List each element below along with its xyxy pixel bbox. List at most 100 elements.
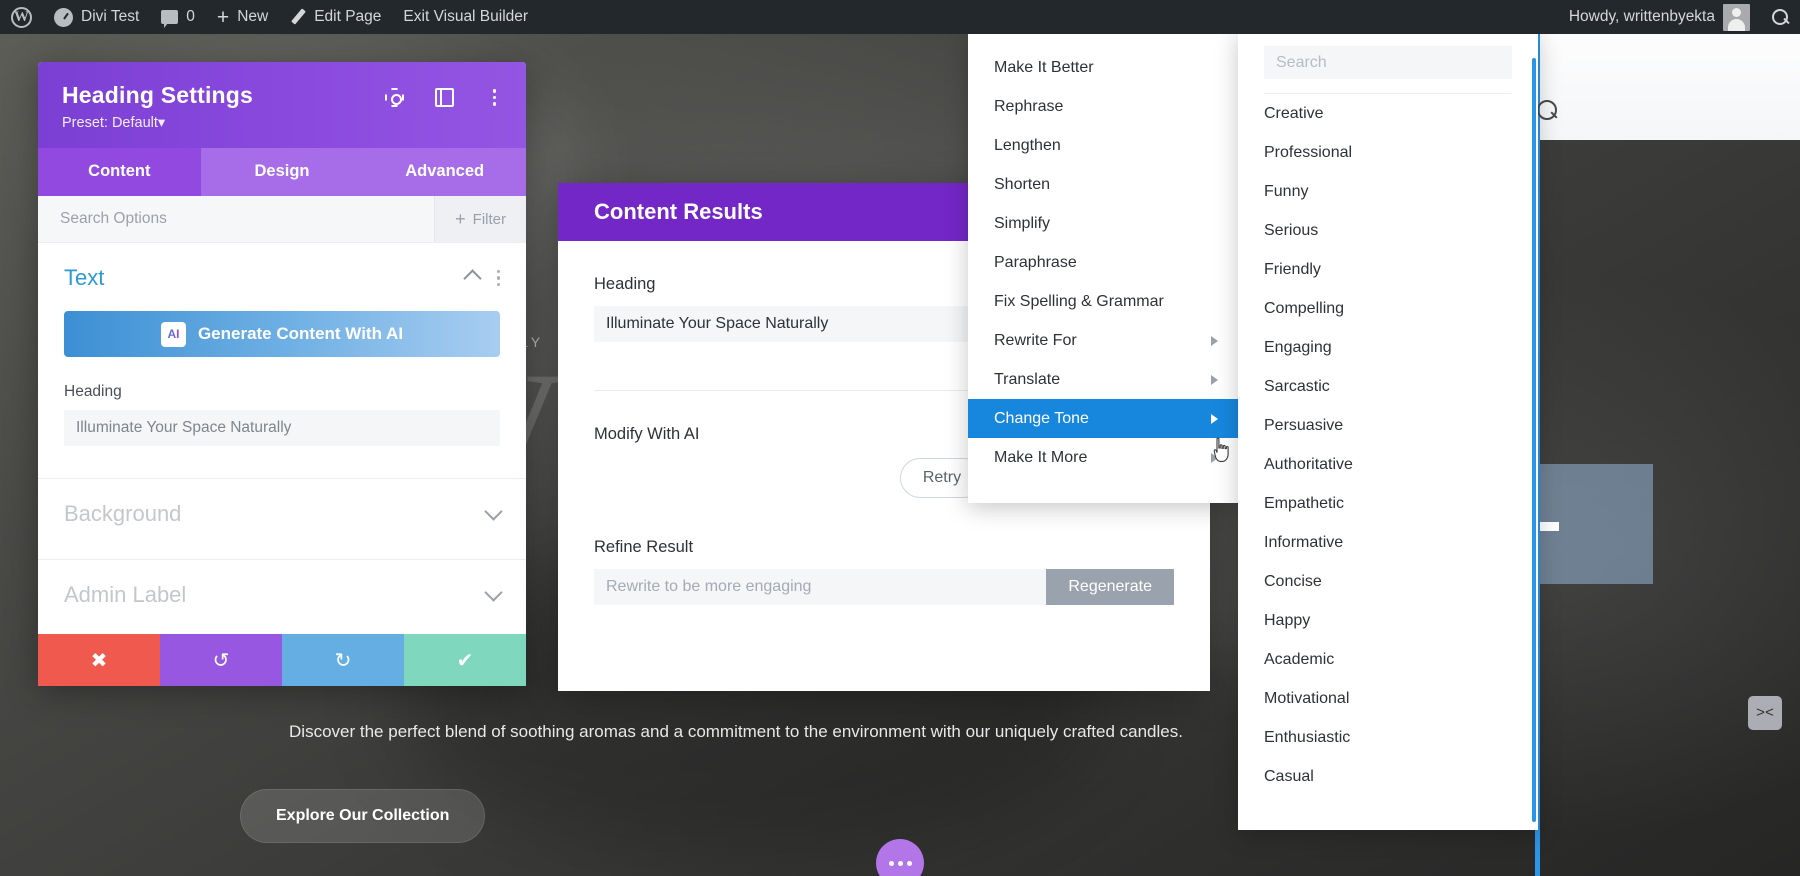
explore-collection-button[interactable]: Explore Our Collection xyxy=(240,789,486,843)
avatar xyxy=(1723,3,1750,31)
redo-button[interactable]: ↻ xyxy=(282,634,404,686)
tone-item-informative[interactable]: Informative xyxy=(1238,523,1538,562)
collapse-handle-icon[interactable]: >< xyxy=(1748,696,1782,730)
hero-subtitle: Discover the perfect blend of soothing a… xyxy=(289,722,1183,741)
page-search-icon[interactable] xyxy=(1537,100,1559,122)
filter-button[interactable]: + Filter xyxy=(434,196,526,242)
preset-selector[interactable]: Preset: Default▾ xyxy=(62,115,502,131)
section-title-background: Background xyxy=(64,501,182,526)
tab-content[interactable]: Content xyxy=(38,148,201,196)
menu-item-change-tone[interactable]: Change Tone xyxy=(968,399,1240,438)
tone-item-funny[interactable]: Funny xyxy=(1238,172,1538,211)
menu-item-label: Lengthen xyxy=(994,136,1061,154)
chevron-right-icon xyxy=(1211,413,1218,424)
section-toggle-controls xyxy=(484,501,503,521)
menu-item-rephrase[interactable]: Rephrase xyxy=(968,87,1240,126)
section-toggle-background[interactable]: Background xyxy=(38,479,526,545)
adminbar-comments[interactable]: 0 xyxy=(150,0,206,34)
menu-item-fix-spelling-grammar[interactable]: Fix Spelling & Grammar xyxy=(968,282,1240,321)
tone-item-academic[interactable]: Academic xyxy=(1238,640,1538,679)
more-options-icon[interactable] xyxy=(485,88,504,107)
tone-item-authoritative[interactable]: Authoritative xyxy=(1238,445,1538,484)
settings-footer-actions: ✖ ↺ ↻ ✔ xyxy=(38,634,526,686)
tone-item-engaging[interactable]: Engaging xyxy=(1238,328,1538,367)
edit-page-label: Edit Page xyxy=(314,8,382,25)
tone-item-compelling[interactable]: Compelling xyxy=(1238,289,1538,328)
side-widget-block xyxy=(1523,464,1653,584)
undo-button[interactable]: ↺ xyxy=(160,634,282,686)
settings-body: Text AI Generate Content With AI Heading… xyxy=(38,243,526,634)
tone-search-input[interactable] xyxy=(1264,46,1512,79)
settings-tabs: Content Design Advanced xyxy=(38,148,526,196)
menu-item-simplify[interactable]: Simplify xyxy=(968,204,1240,243)
tone-item-persuasive[interactable]: Persuasive xyxy=(1238,406,1538,445)
menu-item-label: Change Tone xyxy=(994,409,1089,427)
adminbar-edit-page[interactable]: Edit Page xyxy=(279,0,392,34)
tone-item-creative[interactable]: Creative xyxy=(1238,94,1538,133)
menu-item-rewrite-for[interactable]: Rewrite For xyxy=(968,321,1240,360)
chevron-right-icon xyxy=(1211,452,1218,463)
save-button[interactable]: ✔ xyxy=(404,634,526,686)
heading-field-label: Heading xyxy=(64,383,122,400)
chevron-right-icon xyxy=(1211,374,1218,385)
chevron-right-icon xyxy=(1211,335,1218,346)
new-label: New xyxy=(237,8,269,25)
chevron-up-icon[interactable] xyxy=(462,268,482,288)
menu-item-shorten[interactable]: Shorten xyxy=(968,165,1240,204)
regenerate-button[interactable]: Regenerate xyxy=(1046,569,1174,605)
menu-item-translate[interactable]: Translate xyxy=(968,360,1240,399)
tab-design[interactable]: Design xyxy=(201,148,364,196)
tone-item-friendly[interactable]: Friendly xyxy=(1238,250,1538,289)
menu-item-make-it-better[interactable]: Make It Better xyxy=(968,48,1240,87)
section-toggle-controls xyxy=(462,268,500,288)
heading-field-input[interactable]: Illuminate Your Space Naturally xyxy=(64,410,500,446)
tone-item-empathetic[interactable]: Empathetic xyxy=(1238,484,1538,523)
adminbar-search[interactable] xyxy=(1761,0,1800,34)
refine-result-input[interactable] xyxy=(594,569,1047,605)
tone-item-concise[interactable]: Concise xyxy=(1238,562,1538,601)
page-settings-button[interactable] xyxy=(876,839,924,876)
cancel-button[interactable]: ✖ xyxy=(38,634,160,686)
section-toggle-text[interactable]: Text xyxy=(38,243,526,309)
adminbar-exit-visual-builder[interactable]: Exit Visual Builder xyxy=(392,0,539,34)
settings-modal-header: Heading Settings Preset: Default▾ xyxy=(38,62,526,148)
heading-settings-modal: Heading Settings Preset: Default▾ Conten… xyxy=(38,62,526,686)
menu-item-make-it-more[interactable]: Make It More xyxy=(968,438,1240,477)
adminbar-site-name[interactable]: Divi Test xyxy=(43,0,150,34)
tone-item-casual[interactable]: Casual xyxy=(1238,757,1538,796)
menu-item-label: Rewrite For xyxy=(994,331,1077,349)
adminbar-new[interactable]: + New xyxy=(206,0,279,34)
generate-content-with-ai-button[interactable]: AI Generate Content With AI xyxy=(64,311,500,357)
tone-item-sarcastic[interactable]: Sarcastic xyxy=(1238,367,1538,406)
search-options-input[interactable] xyxy=(38,196,435,242)
menu-item-label: Translate xyxy=(994,370,1061,388)
tone-item-happy[interactable]: Happy xyxy=(1238,601,1538,640)
howdy-label: Howdy, writtenbyekta xyxy=(1568,8,1715,25)
section-more-icon[interactable] xyxy=(496,269,500,287)
tone-item-enthusiastic[interactable]: Enthusiastic xyxy=(1238,718,1538,757)
ai-action-menu: Make It Better Rephrase Lengthen Shorten… xyxy=(968,34,1240,503)
layout-toggle-icon[interactable] xyxy=(435,88,454,107)
tone-item-professional[interactable]: Professional xyxy=(1238,133,1538,172)
adminbar-my-account[interactable]: Howdy, writtenbyekta xyxy=(1558,0,1761,34)
menu-item-label: Fix Spelling & Grammar xyxy=(994,292,1164,310)
tab-advanced[interactable]: Advanced xyxy=(363,148,526,196)
menu-item-label: Simplify xyxy=(994,214,1051,232)
comment-count: 0 xyxy=(186,8,195,25)
section-toggle-admin-label[interactable]: Admin Label xyxy=(38,560,526,626)
wordpress-logo-icon xyxy=(11,6,32,28)
menu-item-lengthen[interactable]: Lengthen xyxy=(968,126,1240,165)
chevron-down-icon[interactable] xyxy=(484,582,503,602)
focus-mode-icon[interactable] xyxy=(385,88,404,107)
settings-header-actions xyxy=(385,88,504,107)
tone-item-serious[interactable]: Serious xyxy=(1238,211,1538,250)
chevron-down-icon[interactable] xyxy=(484,501,503,521)
dashboard-icon xyxy=(54,7,73,27)
dot xyxy=(906,860,912,866)
menu-item-paraphrase[interactable]: Paraphrase xyxy=(968,243,1240,282)
chevron-down-icon: ▾ xyxy=(157,115,166,131)
settings-search-row: + Filter xyxy=(38,196,526,243)
adminbar-wp-logo[interactable] xyxy=(0,0,43,34)
tone-menu-scrollbar[interactable] xyxy=(1532,58,1536,822)
tone-item-motivational[interactable]: Motivational xyxy=(1238,679,1538,718)
